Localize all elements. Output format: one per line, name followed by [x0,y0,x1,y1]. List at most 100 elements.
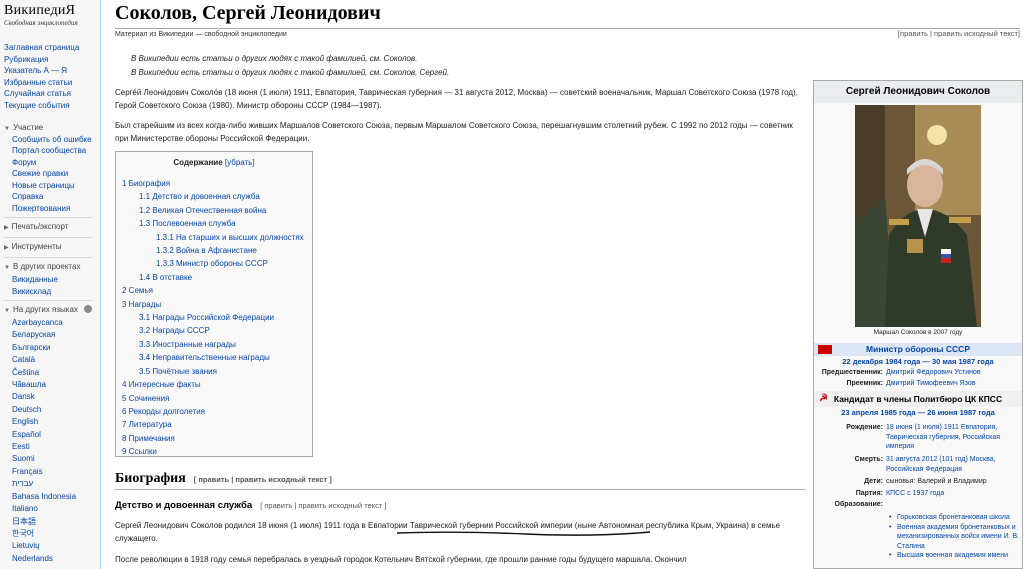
toc-item: 3.1 Награды Российской Федерации [122,311,312,324]
language-link[interactable]: Deutsch [4,404,98,416]
toc-link[interactable]: 1.3.1 На старших и высших должностях [156,233,304,242]
language-link[interactable]: 한국어 [4,528,98,540]
post-title-link[interactable]: Кандидат в члены Политбюро ЦК КПСС [834,394,1002,404]
language-link[interactable]: 日本語 [4,516,98,528]
participation-portal[interactable]: ▼ Участие [4,122,98,135]
language-link[interactable]: Dansk [4,391,98,403]
nav-wikidata[interactable]: Викиданные [4,274,98,286]
post-dates[interactable]: 23 апреля 1985 года — 26 июня 1987 года [814,408,1022,417]
language-link[interactable]: English [4,416,98,428]
edit-links[interactable]: [править | править исходный текст] [898,29,1020,38]
language-link[interactable]: Nederlands [4,553,98,565]
post-title-link[interactable]: Министр обороны СССР [866,344,970,354]
toc-link[interactable]: 3 Награды [122,300,161,309]
languages-portal[interactable]: ▼ На других языках [4,304,98,317]
language-link[interactable]: Italiano [4,503,98,515]
toc-link[interactable]: 3.2 Награды СССР [139,326,210,335]
divider [4,237,92,238]
section-edit-link[interactable]: [ править | править исходный текст ] [260,501,386,510]
language-link[interactable]: Bahasa Indonesia [4,491,98,503]
language-link[interactable]: Български [4,342,98,354]
successor-link[interactable]: Дмитрий Тимофеевич Язов [886,379,1020,389]
toc-link[interactable]: 1.2 Великая Отечественная война [139,206,266,215]
nav-main: Заглавная страница Рубрикация Указатель … [4,42,98,111]
toc-link[interactable]: 6 Рекорды долголетия [122,407,205,416]
toc-link[interactable]: 4 Интересные факты [122,380,201,389]
nav-forum[interactable]: Форум [4,157,98,169]
language-link[interactable]: Беларуская [4,329,98,341]
nav-current-events[interactable]: Текущие события [4,100,98,112]
toc-link[interactable]: 1.3.3 Министр обороны СССР [156,259,268,268]
nav-help[interactable]: Справка [4,191,98,203]
toc-link[interactable]: 3.4 Неправительственные награды [139,353,270,362]
education-item[interactable]: Горьковская бронетанковая школа [889,513,1021,523]
birth-value[interactable]: 18 июня (1 июля) 1911 Евпатория, Тавриче… [886,423,1020,452]
nav-main-page[interactable]: Заглавная страница [4,42,98,54]
heading-text: Детство и довоенная служба [115,500,253,511]
hatnote-1: В Википедии есть статьи о других людях с… [131,54,418,63]
language-link[interactable]: Čeština [4,367,98,379]
lead-paragraph: Серге́й Леони́дович Соколо́в (18 июня (1… [115,88,798,110]
toc-item: 5 Сочинения [122,392,312,405]
participation-label: Участие [12,123,44,132]
nav-commons[interactable]: Викисклад [4,286,98,298]
section-edit-link[interactable]: [ править | править исходный текст ] [194,475,332,484]
toc-link[interactable]: 9 Ссылки [122,447,157,456]
toc-title: Содержание [173,158,223,167]
tools-label: Инструменты [11,242,62,251]
nav-donate[interactable]: Пожертвования [4,203,98,215]
infobox-post-band: ☭ Кандидат в члены Политбюро ЦК КПСС [814,391,1022,407]
print-label: Печать/экспорт [11,222,69,231]
toc-link[interactable]: 1.1 Детство и довоенная служба [139,192,260,201]
toc-link[interactable]: 1.4 В отставке [139,273,192,282]
language-link[interactable]: Eesti [4,441,98,453]
nav-report-error[interactable]: Сообщить об ошибке [4,135,98,145]
education-item[interactable]: Военная академия бронетанковых и механиз… [889,523,1021,552]
toc-link[interactable]: 1.3.2 Война в Афганистане [156,246,257,255]
toc-link[interactable]: 2 Семья [122,286,153,295]
wikipedia-logo[interactable]: ВикипедиЯ Свободная энциклопедия [4,3,78,27]
language-link[interactable]: Suomi [4,453,98,465]
education-item[interactable]: Высшая военная академия имени [889,551,1021,561]
death-value[interactable]: 31 августа 2012 (101 год) Москва, Россий… [886,455,1020,474]
toc-item: 6 Рекорды долголетия [122,405,312,418]
logo-title: ВикипедиЯ [4,3,76,18]
language-link[interactable]: עברית [4,478,98,490]
nav-index[interactable]: Указатель А — Я [4,65,98,77]
language-link[interactable]: Català [4,354,98,366]
toc-link[interactable]: 3.1 Награды Российской Федерации [139,313,274,322]
party-label: Партия: [855,490,883,497]
language-link[interactable]: Azərbaycanca [4,317,98,329]
toc-link[interactable]: 8 Примечания [122,434,175,443]
toc-link[interactable]: 5 Сочинения [122,394,169,403]
toc-link[interactable]: 3.5 Почётные звания [139,367,217,376]
language-link[interactable]: Français [4,466,98,478]
toc-link[interactable]: 1 Биография [122,179,170,188]
print-portal[interactable]: ▶ Печать/экспорт [4,221,98,234]
tools-portal[interactable]: ▶ Инструменты [4,241,98,254]
portrait-photo[interactable] [855,105,981,327]
other-projects-portal[interactable]: ▼ В других проектах [4,261,98,274]
infobox-title: Сергей Леонидович Соколов [814,81,1022,103]
post-dates[interactable]: 22 декабря 1984 года — 30 мая 1987 года [814,357,1022,366]
nav-categories[interactable]: Рубрикация [4,54,98,66]
nav-recent-changes[interactable]: Свежие правки [4,168,98,180]
toc-list: 1 Биография 1.1 Детство и довоенная служб… [116,177,312,459]
toc-link[interactable]: 1.3 Послевоенная служба [139,219,236,228]
nav-community-portal[interactable]: Портал сообщества [4,145,98,157]
gear-icon[interactable] [83,305,92,313]
nav-new-pages[interactable]: Новые страницы [4,180,98,192]
language-link[interactable]: Lietuvių [4,540,98,552]
nav-random[interactable]: Случайная статья [4,88,98,100]
predecessor-label: Предшественник: [821,369,883,376]
party-value[interactable]: КПСС с 1937 года [886,489,1020,499]
nav-featured[interactable]: Избранные статьи [4,77,98,89]
language-link[interactable]: Español [4,429,98,441]
toc-toggle[interactable]: [убрать] [225,158,255,167]
divider [4,300,92,301]
toc-link[interactable]: 3.3 Иностранные награды [139,340,236,349]
chevron-down-icon: ▼ [4,126,10,132]
predecessor-link[interactable]: Дмитрий Фёдорович Устинов [886,368,1020,378]
language-link[interactable]: Чӑвашла [4,379,98,391]
toc-link[interactable]: 7 Литература [122,420,172,429]
